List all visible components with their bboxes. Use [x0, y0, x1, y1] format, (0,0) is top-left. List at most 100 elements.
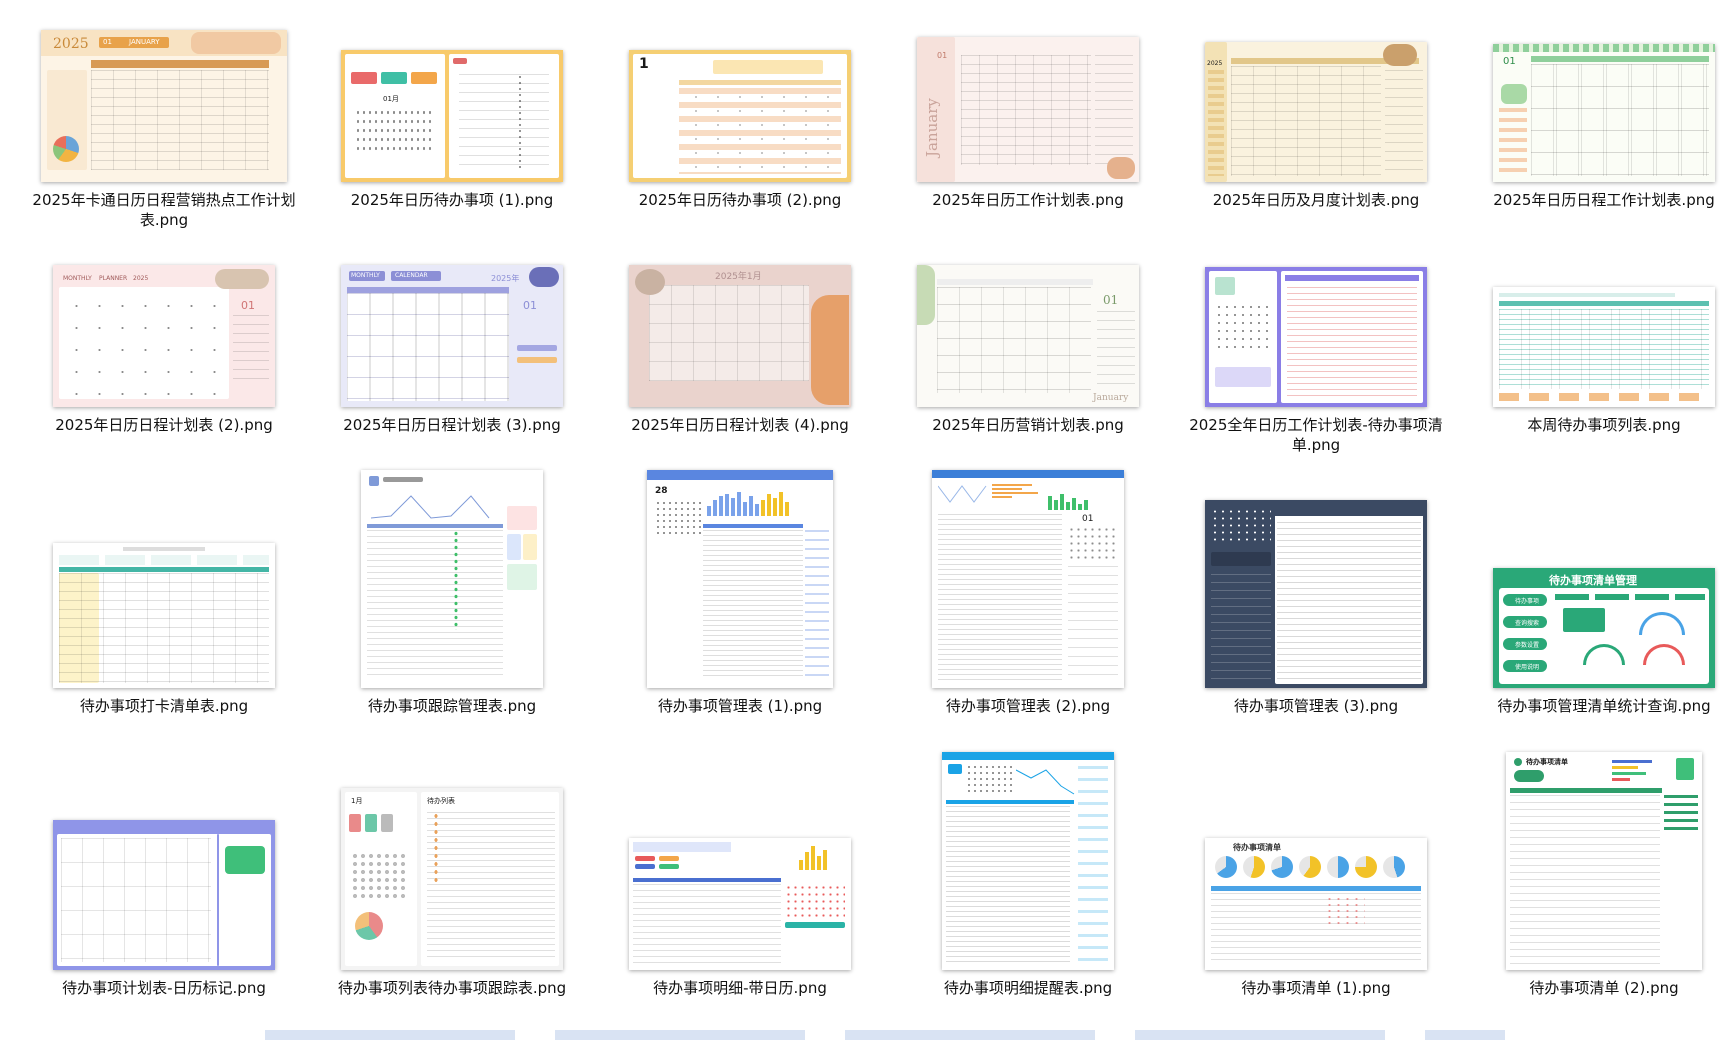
file-name: 2025年日历及月度计划表.png: [1212, 191, 1420, 209]
trend-line-chart: [938, 485, 987, 503]
bar-chart: [1612, 760, 1652, 788]
file-thumbnail[interactable]: [53, 543, 275, 688]
bar-chart: [992, 484, 1038, 510]
file-grid: 2025 01 JANUARY 2025年卡通日历日程营销热点工作计划表.png: [20, 10, 1736, 1022]
thumb-month: 01: [103, 38, 112, 46]
thumb-day: 28: [655, 486, 668, 496]
file-item[interactable]: 待办事项计划表-日历标记.png: [20, 742, 308, 1022]
file-item[interactable]: 待办事项管理表 (3).png: [1172, 460, 1460, 742]
file-name: 2025年日历工作计划表.png: [932, 191, 1124, 209]
file-item[interactable]: MONTHLY PLANNER 2025 01 2025年日历日程计划表 (2)…: [20, 235, 308, 460]
file-item[interactable]: 2025 01 JANUARY 2025年卡通日历日程营销热点工作计划表.png: [20, 10, 308, 235]
menu-item-todo[interactable]: 待办事项: [1515, 596, 1539, 605]
bar-chart: [1048, 492, 1088, 510]
thumb-year: 2025: [133, 275, 149, 282]
file-name: 待办事项管理表 (1).png: [657, 697, 823, 715]
thumb-month: 01月: [383, 95, 399, 103]
thumb-title: 2025: [53, 36, 89, 52]
file-item[interactable]: 本周待办事项列表.png: [1460, 235, 1736, 460]
file-item[interactable]: 2025全年日历工作计划表-待办事项清单.png: [1172, 235, 1460, 460]
file-item[interactable]: 待办事项清单管理 待办事项 查询搜索 参数设置 使用说明 待办事项管理清单统计查…: [1460, 460, 1736, 742]
file-name: 待办事项计划表-日历标记.png: [62, 979, 266, 997]
file-name: 待办事项明细-带日历.png: [653, 979, 827, 997]
thumb-month: 01: [1103, 293, 1119, 307]
file-thumbnail[interactable]: 01: [1493, 44, 1715, 182]
file-thumbnail[interactable]: MONTHLY PLANNER 2025 01: [53, 265, 275, 407]
file-thumbnail[interactable]: 2025 01 JANUARY: [41, 30, 287, 182]
thumb-month-name: January: [923, 98, 941, 157]
file-thumbnail[interactable]: 2025年1月: [629, 265, 851, 407]
file-thumbnail[interactable]: [1493, 287, 1715, 407]
trend-line-chart: [1016, 769, 1075, 795]
file-thumbnail[interactable]: 1: [629, 50, 851, 182]
file-thumbnail[interactable]: 01: [932, 470, 1124, 688]
thumb-day: 1: [639, 56, 649, 72]
file-thumbnail[interactable]: [1205, 500, 1427, 688]
thumb-year: 2025年: [491, 274, 520, 283]
thumb-title: 待办事项清单: [1233, 843, 1281, 852]
file-item[interactable]: 01 January 2025年日历工作计划表.png: [884, 10, 1172, 235]
file-thumbnail[interactable]: [53, 820, 275, 970]
file-name: 待办事项清单 (1).png: [1241, 979, 1391, 997]
file-name: 待办事项管理清单统计查询.png: [1497, 697, 1711, 715]
file-item[interactable]: 1月 待办列表 待办事项列表待办事项跟踪表.png: [308, 742, 596, 1022]
file-item[interactable]: MONTHLY CALENDAR 2025年 01 2025年日历日程计划表 (…: [308, 235, 596, 460]
file-item[interactable]: 01月 2025年日历待办事项 (1).png: [308, 10, 596, 235]
file-thumbnail[interactable]: 01 January: [917, 265, 1139, 407]
menu-item-help[interactable]: 使用说明: [1515, 662, 1539, 671]
next-row-thumbnails-edge: [265, 1030, 1505, 1040]
file-thumbnail[interactable]: 1月 待办列表: [341, 788, 563, 970]
file-name: 待办事项管理表 (2).png: [945, 697, 1111, 715]
file-name: 2025年日历日程计划表 (3).png: [343, 416, 561, 434]
file-item[interactable]: 2025 2025年日历及月度计划表.png: [1172, 10, 1460, 235]
file-thumbnail[interactable]: 待办事项清单: [1205, 838, 1427, 970]
file-item[interactable]: 待办事项明细提醒表.png: [884, 742, 1172, 1022]
file-name: 2025年日历营销计划表.png: [932, 416, 1124, 434]
file-thumbnail[interactable]: [1205, 267, 1427, 407]
file-thumbnail[interactable]: [942, 752, 1114, 970]
file-name: 2025年日历日程工作计划表.png: [1493, 191, 1715, 209]
thumb-month: 01: [523, 299, 537, 312]
file-item[interactable]: 待办事项清单 待办事项清单 (1).png: [1172, 742, 1460, 1022]
file-name: 2025年日历日程计划表 (2).png: [55, 416, 273, 434]
file-item[interactable]: 待办事项打卡清单表.png: [20, 460, 308, 742]
file-name: 待办事项列表待办事项跟踪表.png: [337, 979, 567, 997]
thumb-month: 01: [241, 299, 255, 312]
bar-chart: [799, 844, 827, 870]
thumb-title: 2025年1月: [715, 272, 762, 282]
file-item[interactable]: 1 2025年日历待办事项 (2).png: [596, 10, 884, 235]
file-thumbnail[interactable]: 待办事项清单: [1506, 752, 1702, 970]
file-item[interactable]: 待办事项清单 待办事项清单 (2).png: [1460, 742, 1736, 1022]
file-item[interactable]: 待办事项跟踪管理表.png: [308, 460, 596, 742]
thumb-month-name: January: [1093, 393, 1129, 403]
file-thumbnail[interactable]: [629, 838, 851, 970]
file-name: 2025全年日历工作计划表-待办事项清单.png: [1189, 416, 1443, 454]
file-thumbnail[interactable]: 01 January: [917, 37, 1139, 182]
file-thumbnail[interactable]: 2025: [1205, 42, 1427, 182]
file-name: 待办事项清单 (2).png: [1529, 979, 1679, 997]
file-item[interactable]: 01 待办事项管理表 (2).png: [884, 460, 1172, 742]
thumb-title: 待办事项清单管理: [1549, 574, 1637, 587]
file-name: 2025年日历待办事项 (1).png: [350, 191, 554, 209]
file-thumbnail[interactable]: 待办事项清单管理 待办事项 查询搜索 参数设置 使用说明: [1493, 568, 1715, 688]
thumb-year: 2025: [1207, 60, 1223, 67]
thumb-month: 01: [1082, 514, 1094, 524]
menu-item-search[interactable]: 查询搜索: [1515, 618, 1539, 627]
file-thumbnail[interactable]: MONTHLY CALENDAR 2025年 01: [341, 265, 563, 407]
file-item[interactable]: 01 2025年日历日程工作计划表.png: [1460, 10, 1736, 235]
file-item[interactable]: 28 待办事项管理表 (1).png: [596, 460, 884, 742]
thumb-title: 待办列表: [427, 797, 455, 805]
thumb-title: MONTHLY: [351, 272, 380, 279]
thumb-subtitle: CALENDAR: [395, 272, 428, 279]
file-name: 待办事项打卡清单表.png: [79, 697, 249, 715]
file-thumbnail[interactable]: 28: [647, 470, 833, 688]
file-item[interactable]: 2025年1月 2025年日历日程计划表 (4).png: [596, 235, 884, 460]
menu-item-settings[interactable]: 参数设置: [1515, 640, 1539, 649]
file-item[interactable]: 待办事项明细-带日历.png: [596, 742, 884, 1022]
file-name: 2025年日历待办事项 (2).png: [638, 191, 842, 209]
file-thumbnail[interactable]: [361, 470, 543, 688]
bar-chart: [707, 490, 789, 516]
file-item[interactable]: 01 January 2025年日历营销计划表.png: [884, 235, 1172, 460]
file-thumbnail[interactable]: 01月: [341, 50, 563, 182]
trend-line-chart: [371, 495, 490, 519]
